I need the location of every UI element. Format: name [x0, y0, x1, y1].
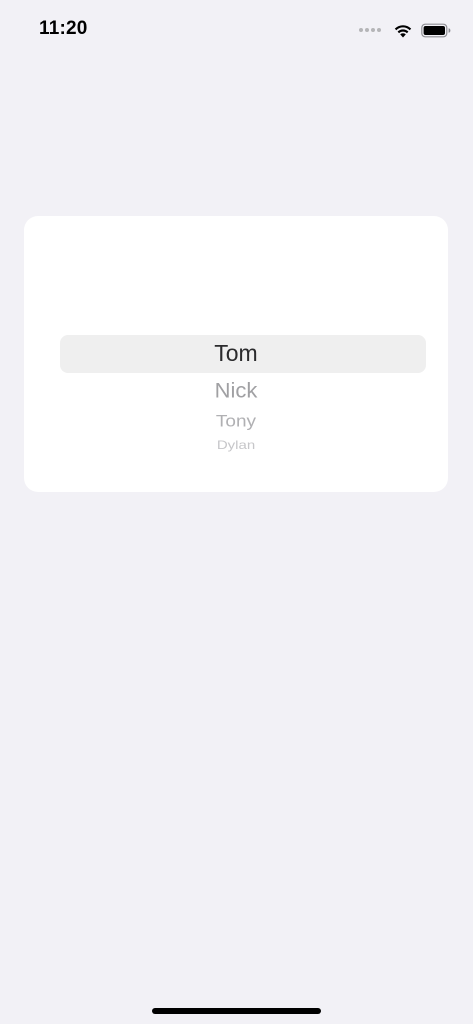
status-icons: [359, 20, 451, 40]
picker-option-tom[interactable]: Tom: [24, 340, 448, 367]
picker-option-nick[interactable]: Nick: [24, 379, 448, 404]
status-time: 11:20: [39, 18, 88, 39]
home-indicator[interactable]: [152, 1008, 321, 1014]
status-bar: 11:20: [0, 0, 473, 60]
picker-option-tony[interactable]: Tony: [24, 412, 448, 431]
cellular-signal-icon: [359, 28, 381, 32]
picker-card: Tom Nick Tony Dylan: [24, 216, 448, 492]
wifi-icon: [394, 24, 412, 37]
picker-option-dylan[interactable]: Dylan: [24, 439, 448, 452]
battery-icon: [421, 23, 451, 37]
